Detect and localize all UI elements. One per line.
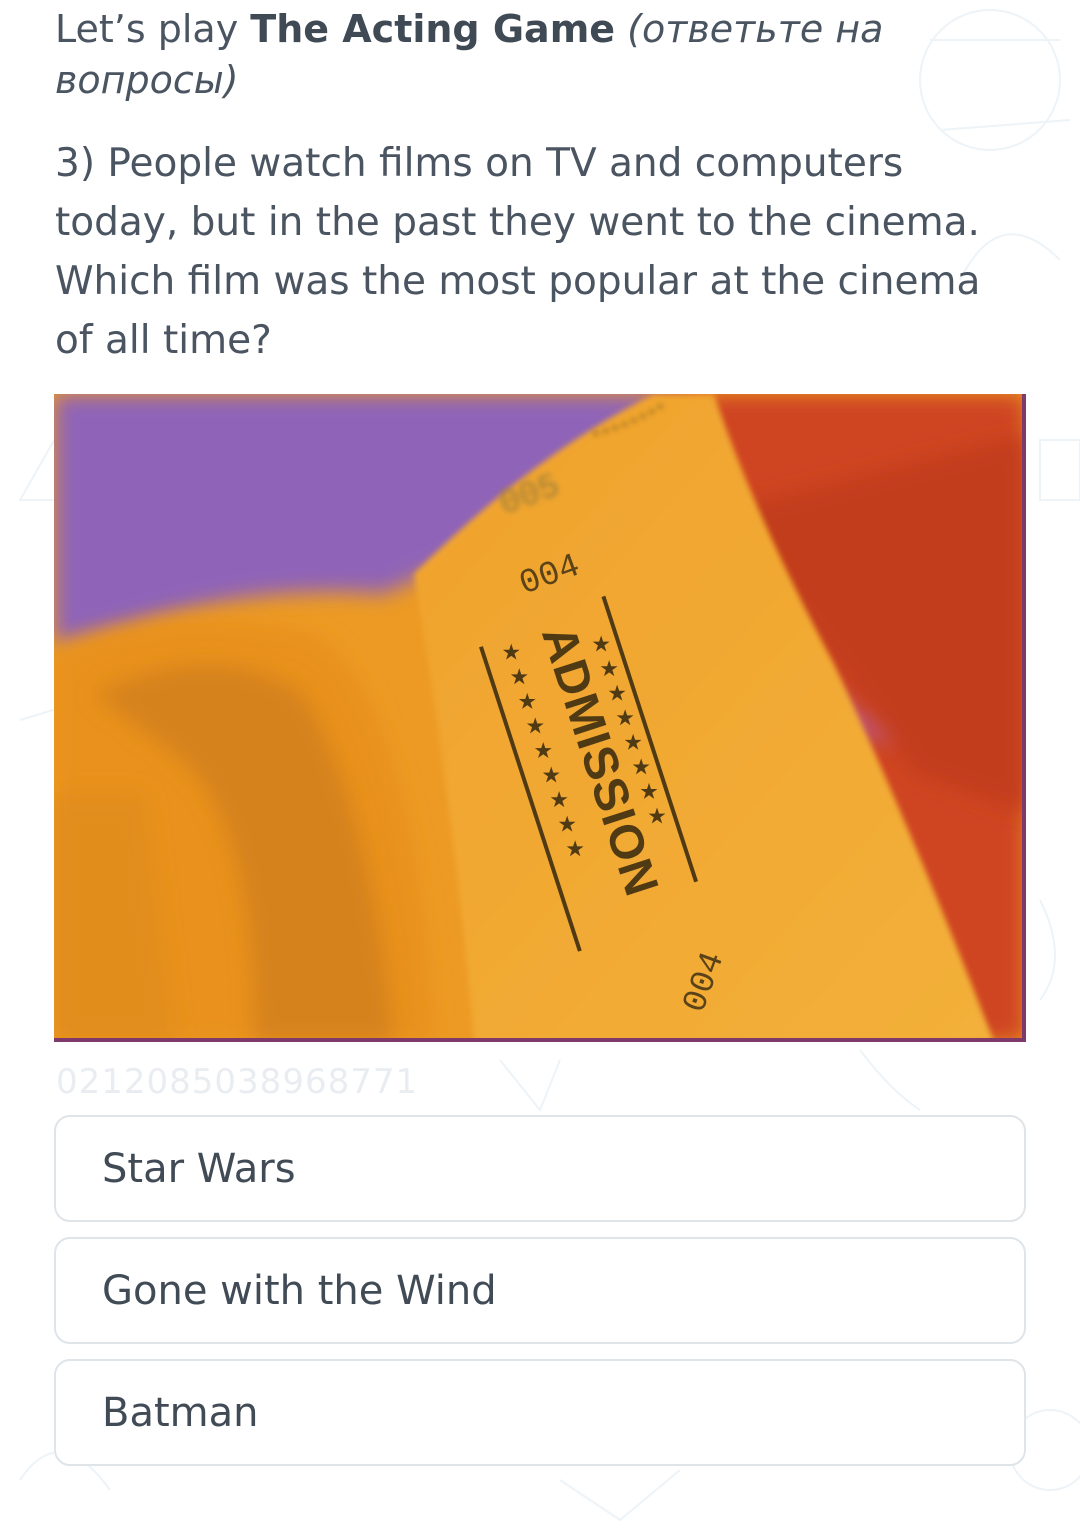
heading-prefix: Let’s play xyxy=(55,7,251,51)
photo-watermark-code: 0212085038968771 xyxy=(56,1062,419,1102)
option-label: Batman xyxy=(102,1389,259,1436)
game-title: The Acting Game xyxy=(250,7,616,51)
cinema-ticket-photo: ADMISSION ★ ★ ★ ★ ★ ★ ★ ★ ★ ★ ★ ★ ★ ★ ★ … xyxy=(54,394,1026,1042)
question-text: 3) People watch films on TV and computer… xyxy=(55,141,981,363)
option-label: Gone with the Wind xyxy=(102,1267,497,1314)
answer-options: Star Wars Gone with the Wind Batman xyxy=(54,1115,1026,1481)
answer-option-gone-with-the-wind[interactable]: Gone with the Wind xyxy=(54,1237,1026,1344)
answer-option-star-wars[interactable]: Star Wars xyxy=(54,1115,1026,1222)
answer-option-batman[interactable]: Batman xyxy=(54,1359,1026,1466)
option-label: Star Wars xyxy=(102,1145,296,1192)
activity-heading: Let’s play The Acting Game (ответьте на … xyxy=(55,0,1025,106)
question-content: Let’s play The Acting Game (ответьте на … xyxy=(55,0,1025,370)
